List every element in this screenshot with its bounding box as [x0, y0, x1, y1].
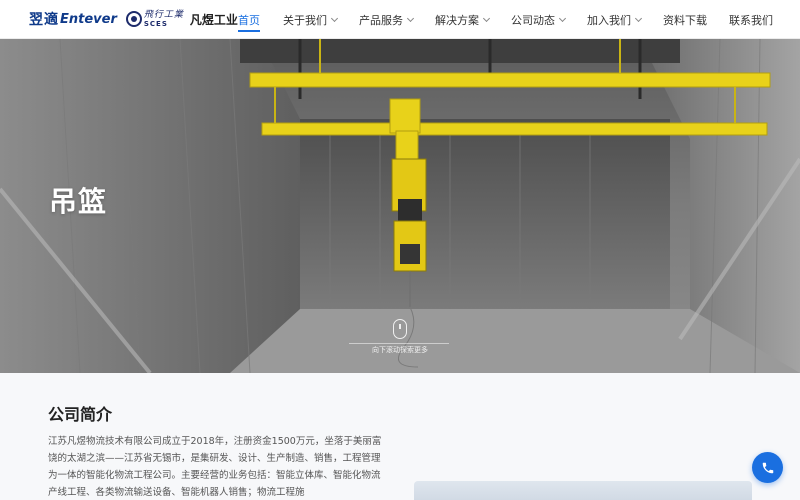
- nav-home[interactable]: 首页: [238, 0, 260, 39]
- nav-label: 加入我们: [587, 13, 631, 27]
- nav-label: 解决方案: [435, 13, 479, 27]
- hero-banner: 吊篮 向下滚动探索更多: [0, 39, 800, 373]
- company-short-name: 凡煜工业: [189, 12, 238, 27]
- nav-contact[interactable]: 联系我们: [729, 0, 773, 39]
- chevron-down-icon: [482, 14, 491, 22]
- nav-label: 资料下载: [663, 13, 707, 27]
- main-nav: 首页 关于我们 产品服务 解决方案 公司动态 加入我们 资料下载 联系我们: [238, 0, 773, 39]
- logo-group[interactable]: 翌適 Entever 飛行工業 SCES 凡煜工业: [0, 0, 238, 39]
- nav-downloads[interactable]: 资料下载: [663, 0, 707, 39]
- site-header: 翌適 Entever 飛行工業 SCES 凡煜工业 首页 关于我们 产品服务 解…: [0, 0, 800, 39]
- intro-title: 公司简介: [48, 405, 113, 424]
- chevron-down-icon: [558, 14, 567, 22]
- nav-about[interactable]: 关于我们: [283, 0, 339, 39]
- sces-cn: 飛行工業: [143, 9, 184, 20]
- chevron-down-icon: [634, 14, 643, 22]
- chevron-down-icon: [330, 14, 339, 22]
- nav-products[interactable]: 产品服务: [359, 0, 415, 39]
- nav-label: 产品服务: [359, 13, 403, 27]
- logo-entever: Entever: [60, 11, 117, 27]
- intro-image: [414, 481, 752, 500]
- intro-body: 江苏凡煜物流技术有限公司成立于2018年，注册资金1500万元，坐落于美丽富饶的…: [48, 436, 382, 498]
- chevron-down-icon: [406, 14, 415, 22]
- nav-join[interactable]: 加入我们: [587, 0, 643, 39]
- sces-en: SCES: [143, 19, 168, 28]
- logo-sces: 飛行工業 SCES: [125, 9, 184, 28]
- nav-solutions[interactable]: 解决方案: [435, 0, 491, 39]
- hero-title: 吊篮: [49, 185, 108, 218]
- scroll-hint-text: 向下滚动探索更多: [372, 346, 428, 354]
- nav-label: 联系我们: [729, 13, 773, 27]
- sces-seal-icon: [125, 11, 142, 27]
- mouse-scroll-icon[interactable]: [393, 319, 407, 339]
- floating-contact-button[interactable]: [752, 452, 783, 483]
- company-intro-section: 公司简介 江苏凡煜物流技术有限公司成立于2018年，注册资金1500万元，坐落于…: [0, 373, 800, 500]
- logo-yt: 翌適: [29, 12, 59, 28]
- nav-label: 公司动态: [511, 13, 555, 27]
- nav-label: 关于我们: [283, 13, 327, 27]
- phone-icon: [762, 462, 773, 473]
- nav-label: 首页: [238, 13, 260, 27]
- scroll-divider: [349, 343, 449, 344]
- nav-news[interactable]: 公司动态: [511, 0, 567, 39]
